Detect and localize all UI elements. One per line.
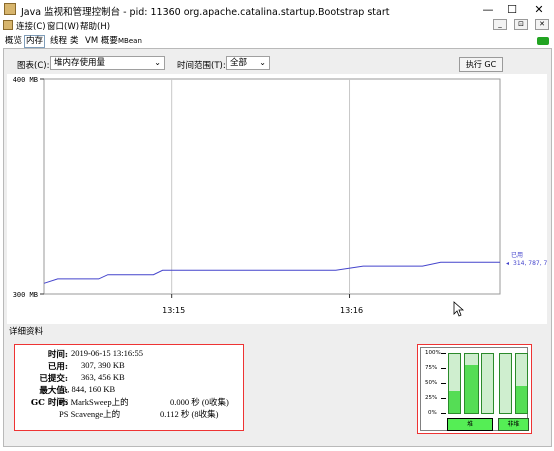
heap-pool-fill	[449, 390, 460, 413]
inner-minimize-button[interactable]: _	[493, 19, 507, 30]
heap-chart: 13:15 13:16 300 MB 400 MB 已用◂ 314, 787, 712	[7, 74, 554, 324]
gauge-tick-label: 50%	[425, 380, 438, 386]
series-name-label: 已用	[511, 252, 523, 259]
window-title: Java 监视和管理控制台 - pid: 11360 org.apache.ca…	[21, 7, 390, 18]
nonheap-pool-bar[interactable]	[515, 353, 528, 414]
detail-value: 307, 390 KB	[81, 360, 125, 370]
details-title: 详细资料	[9, 327, 44, 337]
gauge-tick-line	[441, 383, 446, 384]
maximize-button[interactable]: ☐	[498, 2, 526, 17]
menu-connection[interactable]: 连接(C)	[16, 20, 46, 32]
detail-label: 已提交:	[39, 374, 68, 384]
tab-threads[interactable]: 线程	[49, 36, 68, 47]
tab-mbean[interactable]: MBean	[117, 36, 143, 47]
heap-chart-svg: 13:15 13:16 300 MB 400 MB 已用◂ 314, 787, 712	[13, 76, 554, 317]
gc-collector-name: PS MarkSweep上的	[59, 397, 129, 407]
gc-collector-time: 0.000 秒 (0收集)	[170, 397, 229, 407]
gauge-tick-line	[441, 413, 446, 414]
connection-status-icon	[537, 37, 549, 45]
tab-classes[interactable]: 类	[69, 36, 80, 47]
tab-vm-summary[interactable]: VM 概要	[84, 36, 119, 47]
detail-value: 363, 456 KB	[81, 372, 125, 382]
gc-collector-name: PS Scavenge上的	[59, 409, 121, 419]
heap-pool-fill	[465, 364, 478, 413]
java-menu-icon	[3, 20, 13, 30]
memory-pool-gauges: 100% 75% 50% 25% 0% 堆 非堆	[417, 344, 532, 434]
heap-pool-bar[interactable]	[481, 353, 494, 414]
detail-row-used: 已用: 307, 390 KB	[15, 360, 243, 372]
series-marker-icon: ◂	[506, 260, 509, 267]
nonheap-pool-bar[interactable]	[499, 353, 512, 414]
chevron-down-icon: ⌄	[259, 58, 266, 67]
y-tick-label: 300 MB	[13, 291, 38, 299]
close-button[interactable]: ✕	[525, 2, 553, 17]
heap-pool-bar[interactable]	[448, 353, 461, 414]
x-tick-label: 13:16	[340, 306, 363, 315]
detail-label: 已用:	[47, 362, 68, 372]
plot-area	[43, 78, 501, 295]
tab-bar: 概览 内存 线程 类 VM 概要 MBean	[0, 35, 554, 48]
gauge-tick-line	[441, 368, 446, 369]
detail-row-time: 时间: 2019-06-15 13:16:55	[15, 348, 243, 360]
details-box: 时间: 2019-06-15 13:16:55 已用: 307, 390 KB …	[14, 344, 244, 431]
x-tick-label: 13:15	[162, 306, 185, 315]
gauge-area: 100% 75% 50% 25% 0% 堆 非堆	[420, 347, 529, 431]
inner-restore-button[interactable]: ⊡	[514, 19, 528, 30]
gc-collector-time: 0.112 秒 (8收集)	[160, 409, 219, 419]
gauge-tick-label: 0%	[428, 410, 437, 416]
heap-pool-bar[interactable]	[464, 353, 479, 414]
java-app-icon	[4, 3, 16, 15]
detail-value: 1, 844, 160 KB	[63, 384, 116, 394]
perform-gc-button[interactable]: 执行 GC	[459, 57, 503, 72]
chart-select[interactable]: 堆内存使用量 ⌄	[50, 56, 165, 70]
y-tick-label: 400 MB	[13, 76, 38, 84]
detail-row-gc: GC 时间: PS MarkSweep上的 0.000 秒 (0收集)	[15, 396, 243, 408]
nonheap-pool-fill	[516, 386, 527, 413]
heap-button[interactable]: 堆	[447, 418, 493, 431]
inner-close-button[interactable]: ✕	[535, 19, 549, 30]
detail-row-max: 最大值: 1, 844, 160 KB	[15, 384, 243, 396]
gauge-tick-label: 100%	[425, 350, 441, 356]
nonheap-button[interactable]: 非堆	[498, 418, 529, 431]
menu-window[interactable]: 窗口(W)	[47, 20, 79, 32]
gauge-tick-label: 75%	[425, 365, 438, 371]
time-range-select[interactable]: 全部 ⌄	[226, 56, 270, 70]
menu-bar: 连接(C) 窗口(W) 帮助(H)	[0, 19, 554, 33]
chart-select-value: 堆内存使用量	[54, 58, 106, 68]
menu-help[interactable]: 帮助(H)	[80, 20, 110, 32]
detail-row-gc2: PS Scavenge上的 0.112 秒 (8收集)	[15, 408, 243, 419]
tab-memory[interactable]: 内存	[24, 35, 46, 48]
mouse-cursor-icon	[453, 301, 465, 317]
detail-label: 时间:	[47, 350, 68, 360]
time-range-value: 全部	[230, 58, 248, 68]
chart-label: 图表(C):	[17, 61, 50, 71]
series-value-label: 314, 787, 712	[513, 260, 547, 267]
gauge-tick-line	[441, 398, 446, 399]
gauge-tick-label: 25%	[425, 395, 438, 401]
time-range-label: 时间范围(T):	[177, 61, 226, 71]
chevron-down-icon: ⌄	[154, 58, 161, 67]
title-bar: Java 监视和管理控制台 - pid: 11360 org.apache.ca…	[0, 0, 554, 19]
detail-value: 2019-06-15 13:16:55	[71, 348, 144, 358]
tab-overview[interactable]: 概览	[4, 36, 23, 47]
gauge-tick-line	[441, 353, 446, 354]
detail-row-committed: 已提交: 363, 456 KB	[15, 372, 243, 384]
